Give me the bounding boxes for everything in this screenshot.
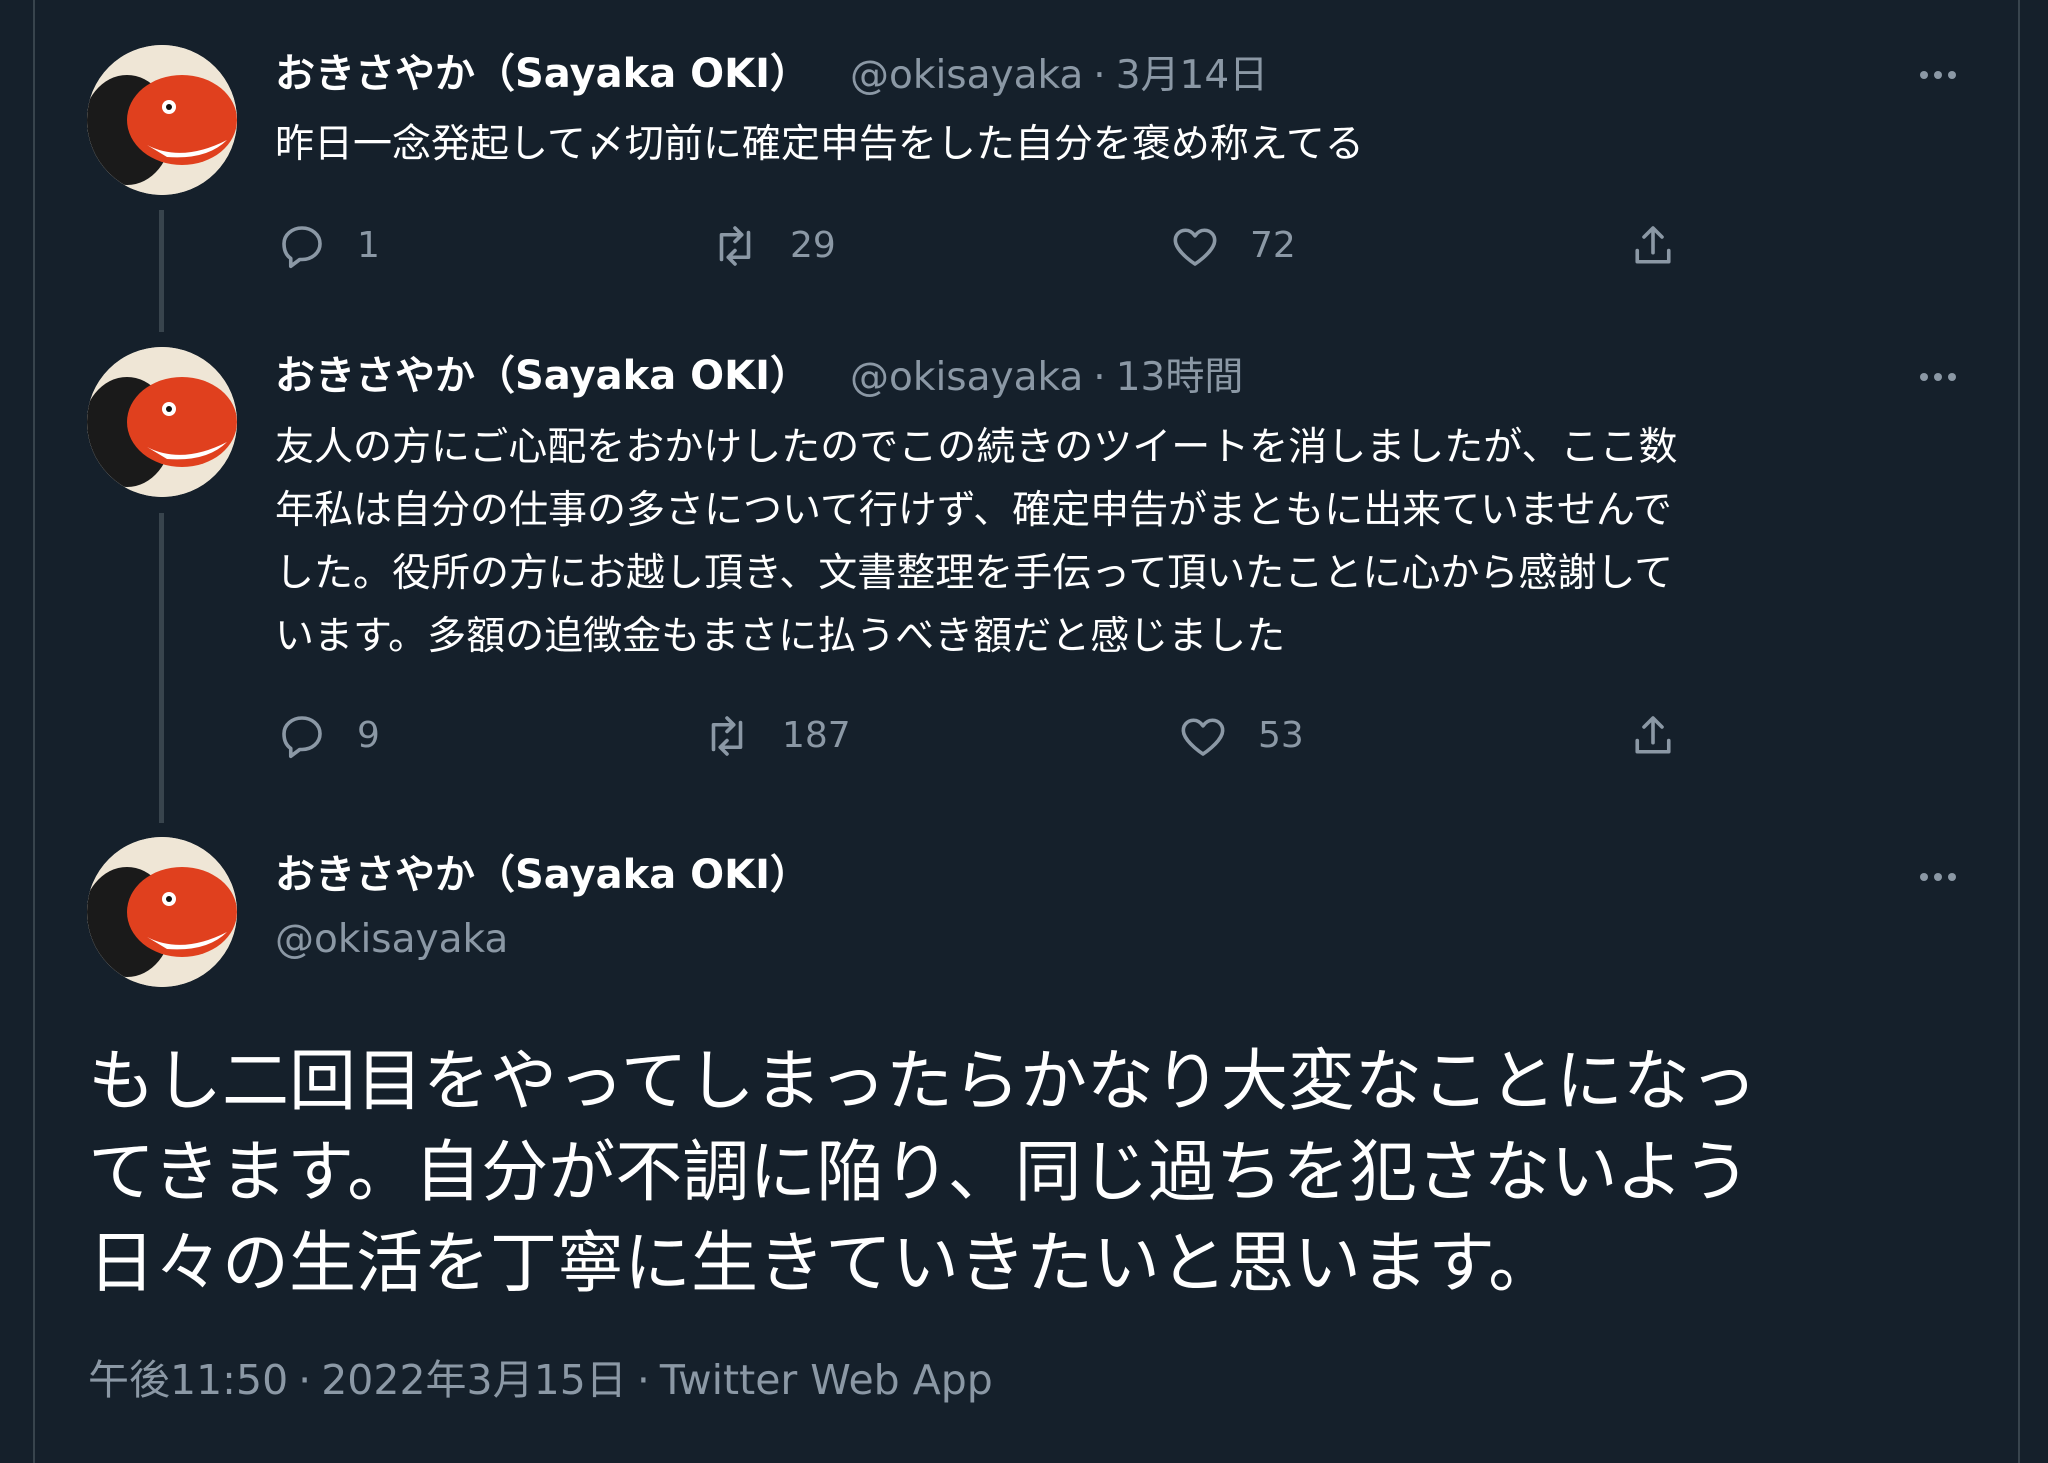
reply-bubble-icon xyxy=(282,716,322,759)
timestamp[interactable]: 3月14日 xyxy=(1116,53,1268,98)
share-upload-icon xyxy=(1635,226,1671,264)
retweet-count: 187 xyxy=(782,715,851,756)
share-button[interactable] xyxy=(1626,219,1680,273)
avatar-image xyxy=(87,45,237,195)
more-dots-icon[interactable] xyxy=(1908,362,1968,392)
heart-icon xyxy=(1181,718,1225,756)
retweet-count: 29 xyxy=(790,225,836,266)
display-name[interactable]: おきさやか（Sayaka OKI） xyxy=(275,54,810,94)
main-tweet-text-line: もし二回目をやってしまったらかなり大変なことになっ xyxy=(88,1042,1757,1120)
main-tweet-text: もし二回目をやってしまったらかなり大変なことになっ てきます。自分が不調に陥り、… xyxy=(88,1036,1968,1309)
display-name[interactable]: おきさやか（Sayaka OKI） xyxy=(275,855,810,895)
tweet-text-line: 年私は自分の仕事の多さについて行けず、確定申告がまともに出来ていませんで xyxy=(275,488,1672,533)
footer-separator: · xyxy=(298,1356,312,1404)
timestamp[interactable]: 13時間 xyxy=(1116,355,1244,400)
tweet-footer-meta: 午後11:50 · 2022年3月15日 · Twitter Web App xyxy=(88,1360,993,1401)
handle[interactable]: @okisayaka xyxy=(850,53,1083,98)
reply-count: 1 xyxy=(357,225,380,266)
post-date[interactable]: 2022年3月15日 xyxy=(321,1356,627,1404)
retweet-button[interactable]: 187 xyxy=(700,709,851,763)
avatar[interactable] xyxy=(87,45,237,195)
tweet-text-line: した。役所の方にお越し頂き、文書整理を手伝って頂いたことに心から感謝して xyxy=(275,551,1674,596)
reply-count: 9 xyxy=(357,715,380,756)
tweet-text-line: 友人の方にご心配をおかけしたのでこの続きのツイートを消しましたが、ここ数 xyxy=(275,425,1678,470)
retweet-arrows-icon xyxy=(719,226,751,266)
avatar-image xyxy=(87,837,237,987)
main-tweet-text-line: 日々の生活を丁寧に生きていきたいと思います。 xyxy=(88,1224,1556,1302)
share-button[interactable] xyxy=(1626,709,1680,763)
handle[interactable]: @okisayaka xyxy=(850,355,1083,400)
avatar[interactable] xyxy=(87,837,237,987)
meta-separator: · xyxy=(1093,355,1106,400)
like-count: 53 xyxy=(1258,715,1304,756)
footer-separator: · xyxy=(636,1356,650,1404)
reply-bubble-icon xyxy=(282,226,322,269)
avatar[interactable] xyxy=(87,347,237,497)
meta-separator: · xyxy=(1093,53,1106,98)
like-button[interactable]: 53 xyxy=(1176,709,1304,763)
tweet-meta: @okisayaka · 3月14日 xyxy=(850,56,1268,95)
retweet-arrows-icon xyxy=(711,716,743,756)
thread-connector-line xyxy=(159,210,164,332)
heart-icon xyxy=(1173,228,1217,266)
display-name[interactable]: おきさやか（Sayaka OKI） xyxy=(275,356,810,396)
reply-button[interactable]: 1 xyxy=(275,219,380,273)
avatar-image xyxy=(87,347,237,497)
like-button[interactable]: 72 xyxy=(1168,219,1296,273)
thread-connector-line xyxy=(159,513,164,823)
tweet-text: 友人の方にご心配をおかけしたのでこの続きのツイートを消しましたが、ここ数 年私は… xyxy=(275,416,1975,668)
reply-button[interactable]: 9 xyxy=(275,709,380,763)
tweet-meta: @okisayaka · 13時間 xyxy=(850,358,1243,397)
tweet-text: 昨日一念発起して〆切前に確定申告をした自分を褒め称えてる xyxy=(275,122,1364,167)
more-dots-icon[interactable] xyxy=(1908,862,1968,892)
more-dots-icon[interactable] xyxy=(1908,60,1968,90)
tweet-text-line: います。多額の追徴金もまさに払うべき額だと感じました xyxy=(275,614,1286,659)
post-time[interactable]: 午後11:50 xyxy=(88,1356,288,1404)
post-source[interactable]: Twitter Web App xyxy=(660,1356,993,1404)
share-upload-icon xyxy=(1635,716,1671,754)
handle[interactable]: @okisayaka xyxy=(275,920,508,959)
main-tweet-text-line: てきます。自分が不調に陥り、同じ過ちを犯さないよう xyxy=(88,1133,1751,1211)
like-count: 72 xyxy=(1250,225,1296,266)
retweet-button[interactable]: 29 xyxy=(708,219,836,273)
